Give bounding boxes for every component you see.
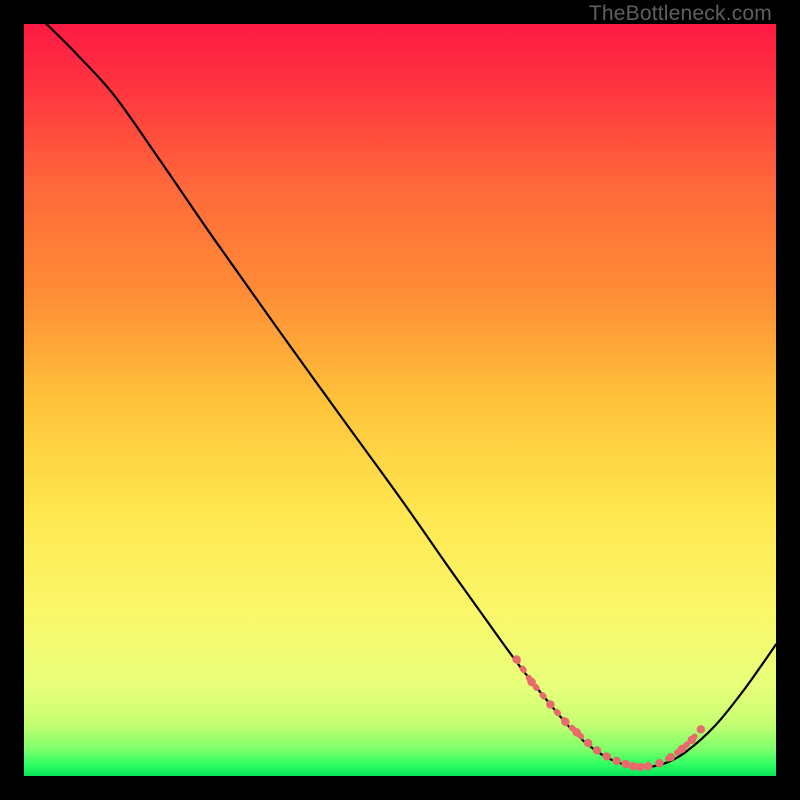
valley-dot: [636, 763, 644, 771]
valley-dot: [655, 759, 663, 767]
valley-dot: [644, 762, 652, 770]
valley-dot: [573, 728, 581, 736]
valley-dot: [584, 739, 592, 747]
valley-dot: [561, 718, 569, 726]
valley-dot: [667, 753, 675, 761]
watermark-text: TheBottleneck.com: [589, 2, 772, 26]
valley-dot: [593, 746, 601, 754]
valley-dot: [512, 655, 520, 663]
chart-frame: [24, 24, 776, 776]
valley-dot: [697, 725, 705, 733]
valley-dot: [527, 678, 535, 686]
gradient-background: [24, 24, 776, 776]
valley-dot: [621, 760, 629, 768]
bottleneck-chart: [24, 24, 776, 776]
valley-dot: [546, 700, 554, 708]
valley-dot: [629, 762, 637, 770]
valley-dot: [688, 736, 696, 744]
valley-dot: [612, 757, 620, 765]
valley-dot: [678, 745, 686, 753]
valley-dot: [603, 752, 611, 760]
